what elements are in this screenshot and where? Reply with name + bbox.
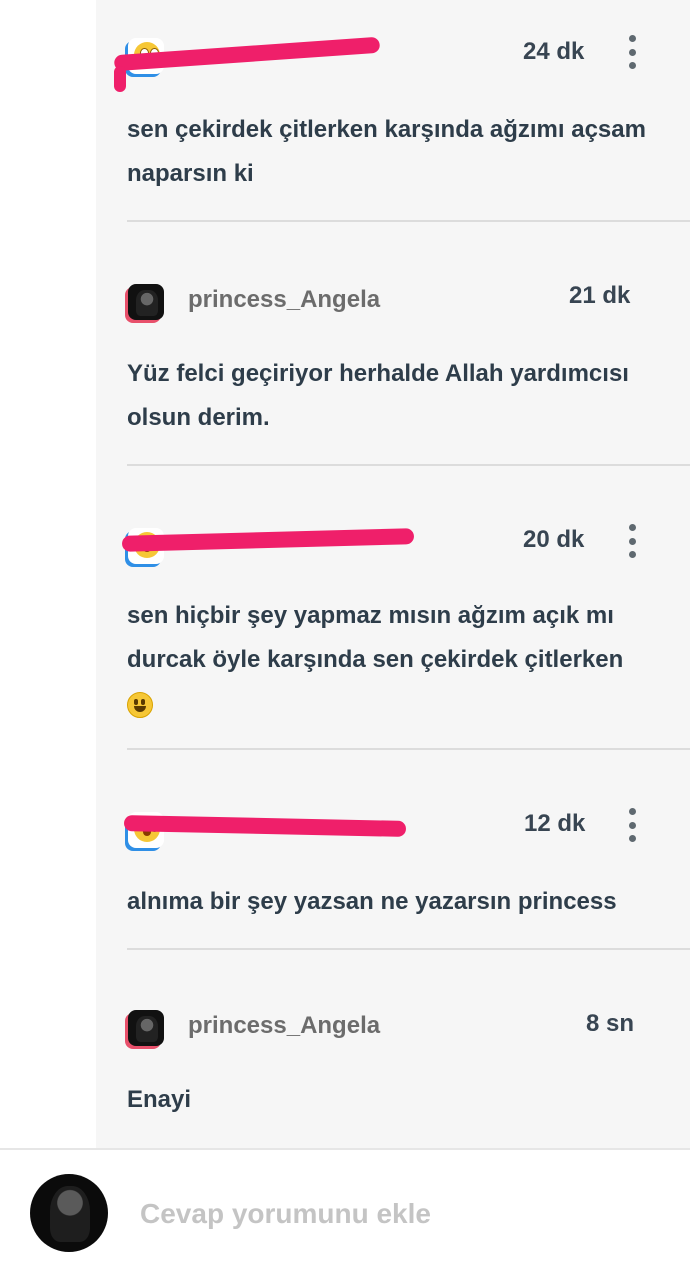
comment-text: alnıma bir şey yazsan ne yazarsın prince… <box>127 888 617 915</box>
left-gutter <box>0 0 96 1148</box>
comment-item: princess_Angela 21 dk Yüz felci geçiriyo… <box>96 222 690 466</box>
comment-time: 20 dk <box>523 526 585 553</box>
user-avatar-photo[interactable] <box>128 284 164 320</box>
reply-thread: 24 dk sen çekirdek çitlerken karşında ağ… <box>96 0 690 1148</box>
comment-item: 24 dk sen çekirdek çitlerken karşında ağ… <box>96 0 690 222</box>
comment-item: 20 dk sen hiçbir şey yapmaz mısın ağzım … <box>96 466 690 750</box>
comment-text: Enayi <box>127 1086 192 1113</box>
reply-input[interactable] <box>138 1188 662 1240</box>
comment-text: sen çekirdek çitlerken karşında ağzımı a… <box>127 116 646 187</box>
reply-composer <box>0 1148 690 1270</box>
comment-username[interactable]: princess_Angela <box>188 286 380 314</box>
comment-time: 8 sn <box>586 1010 635 1037</box>
comment-username[interactable]: princess_Angela <box>188 1012 380 1040</box>
redaction-scribble <box>123 815 407 837</box>
comment-text-content: sen hiçbir şey yapmaz mısın ağzım açık m… <box>127 602 624 673</box>
user-avatar-photo[interactable] <box>128 1010 164 1046</box>
current-user-avatar[interactable] <box>30 1174 108 1252</box>
more-options-icon[interactable] <box>626 524 638 558</box>
redaction-scribble <box>114 66 126 92</box>
more-options-icon[interactable] <box>626 35 638 69</box>
smiley-emoji-icon <box>127 691 153 718</box>
comment-time: 21 dk <box>569 282 631 309</box>
comment-item: 12 dk alnıma bir şey yazsan ne yazarsın … <box>96 750 690 950</box>
more-options-icon[interactable] <box>626 808 638 842</box>
comment-text: sen hiçbir şey yapmaz mısın ağzım açık m… <box>127 594 677 726</box>
comment-text: Yüz felci geçiriyor herhalde Allah yardı… <box>127 360 629 431</box>
comment-time: 12 dk <box>524 810 586 837</box>
comment-time: 24 dk <box>523 38 585 65</box>
comment-item: princess_Angela 8 sn Enayi <box>96 950 690 1148</box>
redaction-scribble <box>121 528 415 552</box>
